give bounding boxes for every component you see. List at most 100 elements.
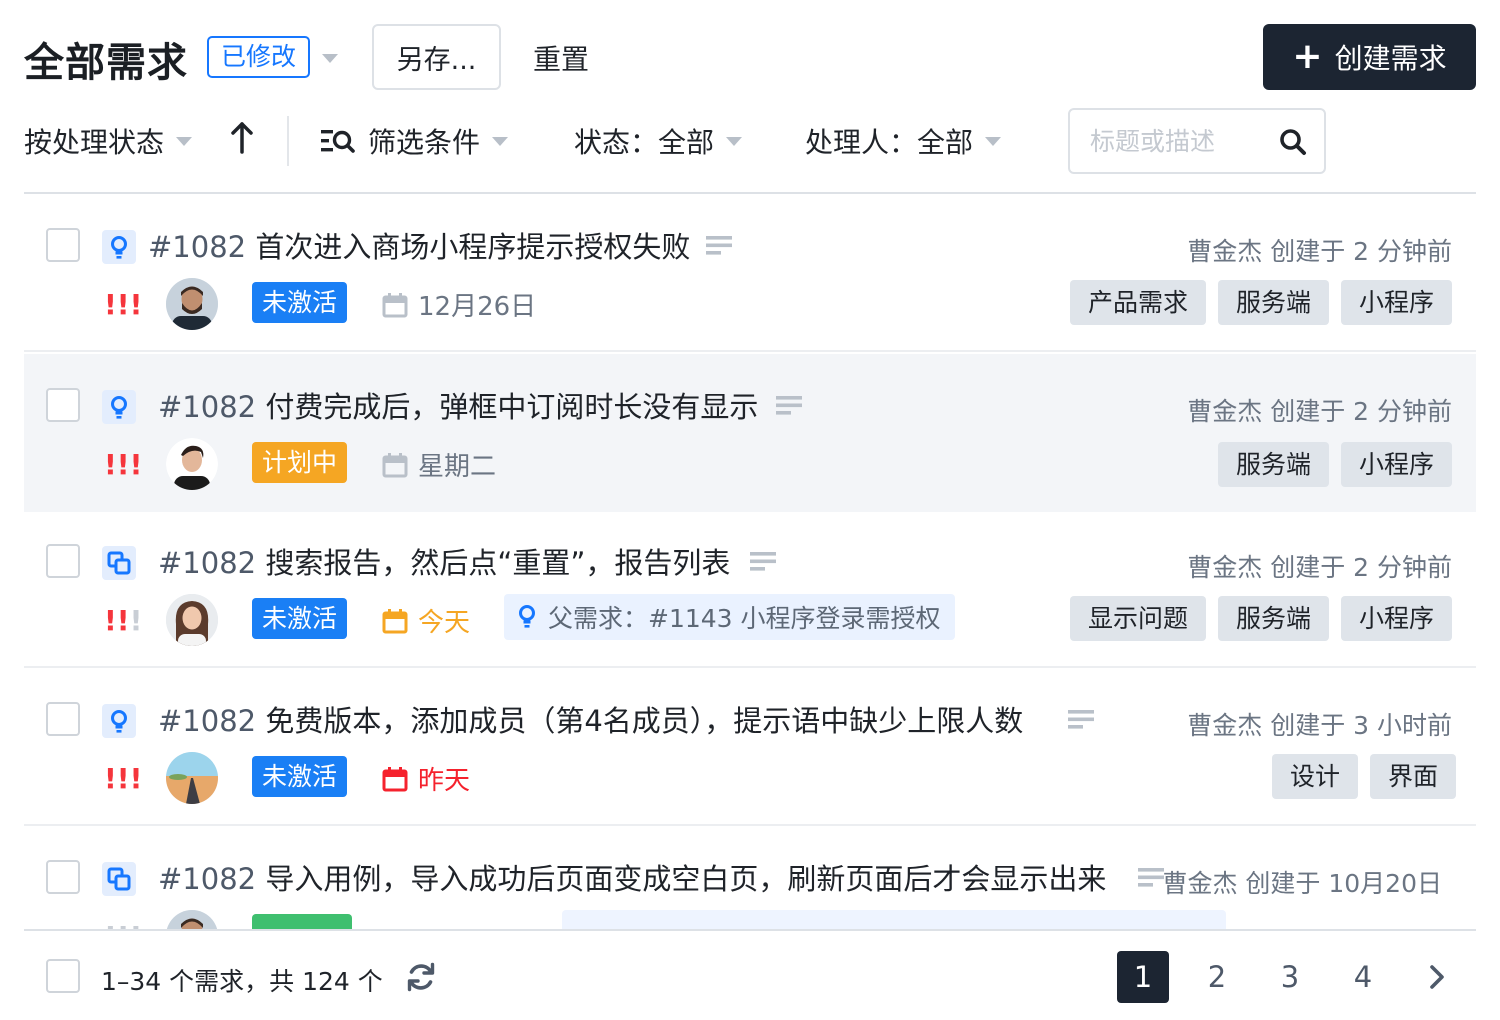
status-filter-label: 状态：全部 [574,126,715,159]
search-icon[interactable] [1278,127,1308,157]
row-number: #1082 [148,230,247,264]
row-number: #1082 [158,546,257,580]
tag[interactable]: 小程序 [1340,280,1452,325]
list-item[interactable]: #1082 免费版本，添加成员（第4名成员），提示语中缺少上限人数 曹金杰 创建… [24,668,1476,826]
page-button-4[interactable]: 4 [1337,951,1389,1003]
priority-high-icon: !!! [104,288,143,321]
description-lines-icon [1068,710,1094,729]
result-count: 1–34 个需求，共 124 个 [101,967,383,996]
due-date[interactable]: 昨天 [382,760,470,797]
row-title[interactable]: #1082 首次进入商场小程序提示授权失败 [148,224,690,266]
description-lines-icon [706,236,732,255]
tag[interactable]: 界面 [1369,754,1456,799]
tag[interactable]: 服务端 [1217,280,1329,325]
tag-list: 设计 界面 [1271,754,1456,799]
row-checkbox[interactable] [46,702,80,736]
status-badge[interactable]: 未激活 [252,598,348,639]
creator-meta: 曹金杰 创建于 10月20日 [1162,869,1442,898]
tag[interactable]: 设计 [1271,754,1358,799]
row-title[interactable]: #1082 导入用例，导入成功后页面变成空白页，刷新页面后才会显示出来 [158,856,1106,898]
sort-label: 按处理状态 [24,126,165,159]
creator-meta: 曹金杰 创建于 2 分钟前 [1187,237,1452,266]
due-date[interactable]: 星期二 [382,446,496,483]
modified-badge[interactable]: 已修改 [207,36,311,78]
status-badge[interactable]: 未激活 [252,756,348,797]
tag[interactable]: 小程序 [1340,442,1452,487]
status-badge[interactable]: 未激活 [252,282,348,323]
chevron-down-icon[interactable] [322,54,338,63]
tag[interactable]: 小程序 [1340,596,1452,641]
avatar[interactable] [166,752,218,804]
save-as-button[interactable]: 另存... [372,24,501,90]
row-number: #1082 [158,862,257,896]
assignee-filter-label: 处理人：全部 [805,126,974,159]
status-badge[interactable] [252,914,352,930]
row-title-text: 付费完成后，弹框中订阅时长没有显示 [265,390,759,424]
tag[interactable]: 产品需求 [1069,280,1206,325]
tag[interactable]: 服务端 [1217,596,1329,641]
due-date-text: 12月26日 [418,292,537,322]
parent-requirement-chip[interactable]: 父需求：#1143 小程序登录需授权 [504,594,955,640]
row-title-text: 搜索报告，然后点“重置”，报告列表 [265,546,731,580]
description-lines-icon [750,552,776,571]
list-item[interactable]: #1082 搜索报告，然后点“重置”，报告列表 曹金杰 创建于 2 分钟前 !!… [24,510,1476,668]
idea-bulb-icon [519,605,535,628]
assignee-filter-dropdown[interactable]: 处理人：全部 [805,121,1002,161]
copy-squares-icon [102,862,136,896]
priority-high-icon: !!! [104,762,143,795]
requirement-list: #1082 首次进入商场小程序提示授权失败 曹金杰 创建于 2 分钟前 !!! … [0,194,1500,930]
filter-dropdown[interactable]: 筛选条件 [320,121,509,161]
create-button-label: 创建需求 [1334,42,1447,75]
idea-bulb-icon [102,390,136,424]
chevron-down-icon [176,136,193,146]
idea-bulb-icon [102,230,136,264]
priority-high-icon: !!! [104,448,143,481]
row-title[interactable]: #1082 搜索报告，然后点“重置”，报告列表 [158,540,730,582]
list-item[interactable]: #1082 付费完成后，弹框中订阅时长没有显示 曹金杰 创建于 2 分钟前 !!… [24,354,1476,512]
avatar[interactable] [166,278,218,330]
tag[interactable]: 服务端 [1217,442,1329,487]
page-title: 全部需求 [24,40,188,86]
row-title-text: 首次进入商场小程序提示授权失败 [255,230,691,264]
row-checkbox[interactable] [46,860,80,894]
arrow-up-icon[interactable] [229,120,255,156]
parent-requirement-text: 父需求：#1143 小程序登录需授权 [548,604,941,633]
row-checkbox[interactable] [46,228,80,262]
list-item[interactable]: #1082 导入用例，导入成功后页面变成空白页，刷新页面后才会显示出来 曹金杰 … [24,826,1476,930]
footer-divider [24,929,1476,931]
row-divider [24,350,1476,352]
row-title[interactable]: #1082 免费版本，添加成员（第4名成员），提示语中缺少上限人数 [158,698,1023,740]
refresh-icon[interactable] [405,961,437,993]
sort-dropdown[interactable]: 按处理状态 [24,121,193,161]
filter-search-icon [321,130,355,153]
due-date[interactable]: 今天 [382,602,470,639]
create-requirement-button[interactable]: + 创建需求 [1263,24,1476,90]
status-badge[interactable]: 计划中 [252,442,348,483]
page-button-2[interactable]: 2 [1191,951,1243,1003]
avatar[interactable] [166,910,218,930]
creator-meta: 曹金杰 创建于 3 小时前 [1187,711,1452,740]
list-item[interactable]: #1082 首次进入商场小程序提示授权失败 曹金杰 创建于 2 分钟前 !!! … [24,194,1476,352]
chevron-right-icon[interactable] [1421,961,1453,993]
idea-bulb-icon [102,704,136,738]
description-lines-icon [776,396,802,415]
row-title-text: 免费版本，添加成员（第4名成员），提示语中缺少上限人数 [265,704,1024,738]
page-button-3[interactable]: 3 [1264,951,1316,1003]
status-filter-dropdown[interactable]: 状态：全部 [574,121,743,161]
row-checkbox[interactable] [46,544,80,578]
parent-requirement-chip[interactable] [562,910,1226,930]
filter-label: 筛选条件 [368,126,481,159]
page-button-1[interactable]: 1 [1117,951,1169,1003]
reset-button[interactable]: 重置 [533,38,589,78]
tag[interactable]: 显示问题 [1069,596,1206,641]
row-title[interactable]: #1082 付费完成后，弹框中订阅时长没有显示 [158,384,758,426]
row-checkbox[interactable] [46,388,80,422]
due-date[interactable]: 12月26日 [382,286,536,323]
avatar[interactable] [166,438,218,490]
creator-meta: 曹金杰 创建于 2 分钟前 [1187,553,1452,582]
due-date-text: 昨天 [418,766,471,796]
creator-meta: 曹金杰 创建于 2 分钟前 [1187,397,1452,426]
search-input[interactable] [1090,124,1270,158]
avatar[interactable] [166,594,218,646]
select-all-checkbox[interactable] [46,959,80,993]
